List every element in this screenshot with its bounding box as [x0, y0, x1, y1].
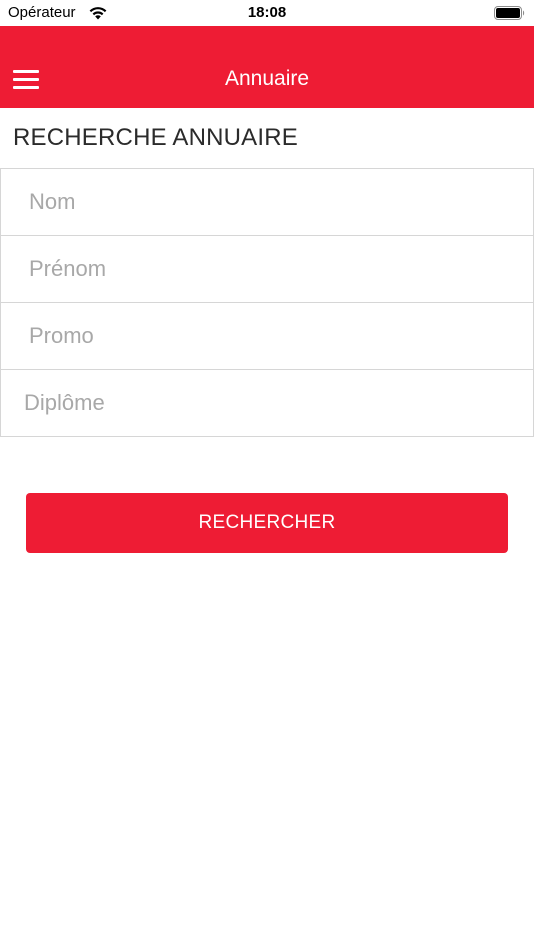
nom-input[interactable] — [1, 169, 533, 235]
navigation-bar: Annuaire — [0, 26, 534, 108]
diplome-field-container — [0, 369, 534, 437]
diplome-input[interactable] — [1, 370, 533, 436]
prenom-input[interactable] — [1, 236, 533, 302]
status-time: 18:08 — [247, 4, 287, 21]
search-form — [0, 168, 534, 437]
prenom-field-container — [0, 235, 534, 303]
promo-field-container — [0, 302, 534, 370]
nom-field-container — [0, 168, 534, 236]
promo-input[interactable] — [1, 303, 533, 369]
page-title: Annuaire — [224, 67, 310, 90]
search-button[interactable]: RECHERCHER — [26, 493, 508, 553]
battery-icon — [494, 6, 525, 20]
section-title: RECHERCHE ANNUAIRE — [13, 124, 298, 151]
status-bar: Opérateur 18:08 — [0, 0, 534, 26]
